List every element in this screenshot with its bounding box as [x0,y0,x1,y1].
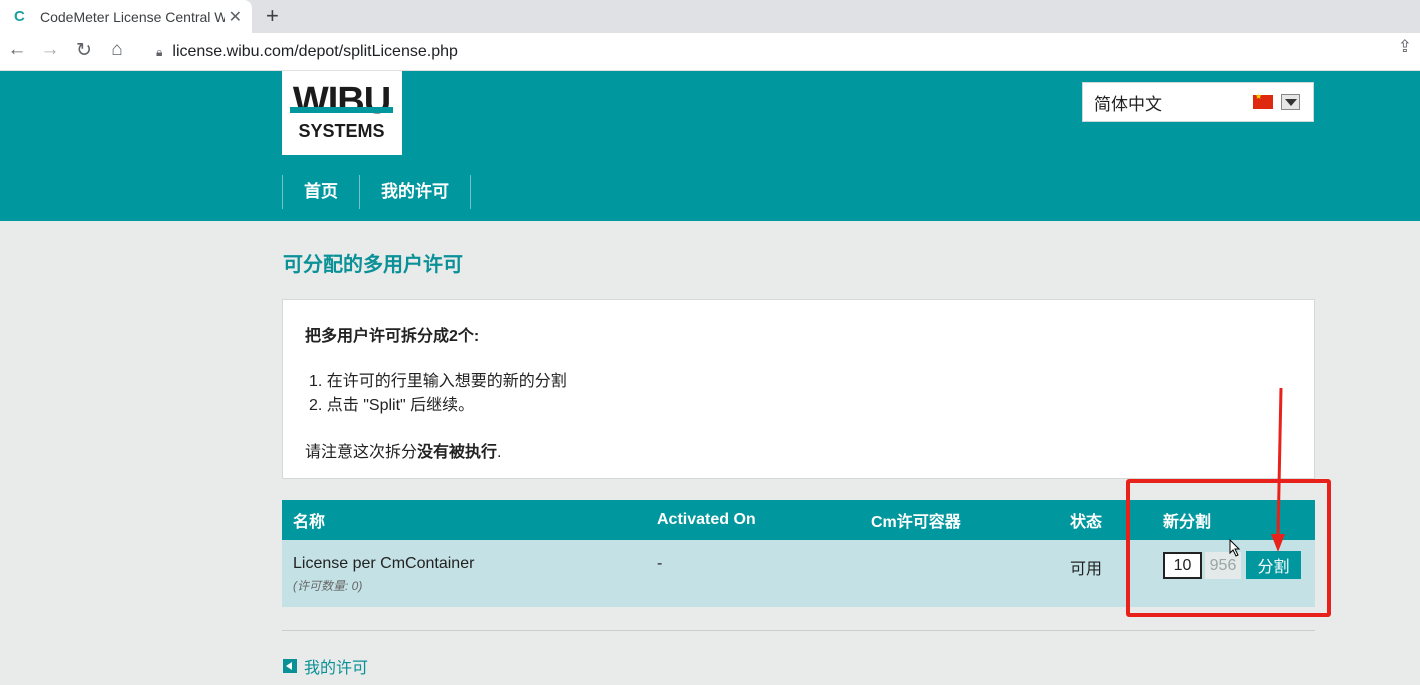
codemeter-favicon-icon: C [14,7,25,25]
browser-toolbar: ← → ↻ ⌂ 🔒︎ license.wibu.com/depot/splitL… [0,33,1420,71]
instructions-note: 请注意这次拆分没有被执行. [305,438,1314,462]
browser-tab[interactable]: C CodeMeter License Central We ✕ [0,0,252,33]
instructions-list: 1. 在许可的行里输入想要的新的分割 2. 点击 "Split" 后继续。 [309,370,1314,418]
new-tab-button[interactable]: + [266,3,279,29]
note-emphasis: 没有被执行 [417,444,498,461]
instructions-heading: 把多用户许可拆分成2个: [305,328,480,345]
instructions-box: 把多用户许可拆分成2个: 1. 在许可的行里输入想要的新的分割 2. 点击 "S… [282,299,1315,479]
nav-my-licenses[interactable]: 我的许可 [360,175,471,209]
home-icon[interactable]: ⌂ [105,39,129,61]
back-to-my-licenses-link[interactable]: 我的许可 [283,654,368,678]
back-link-label: 我的许可 [304,660,369,677]
address-bar[interactable]: 🔒︎ license.wibu.com/depot/splitLicense.p… [142,37,1412,67]
back-arrow-icon[interactable]: ← [5,39,29,61]
logo-stripe [290,107,393,113]
language-select[interactable]: 简体中文 [1082,82,1314,122]
license-name-cell: License per CmContainer (许可数量: 0) [282,540,646,607]
nav-home[interactable]: 首页 [283,175,360,209]
license-name: License per CmContainer [293,555,475,572]
forward-arrow-icon[interactable]: → [38,39,62,61]
browser-tabstrip: C CodeMeter License Central We ✕ + [0,0,1420,33]
logo-wordmark: WIBU [292,80,391,122]
back-arrow-icon [283,659,297,673]
tab-title: CodeMeter License Central We [40,8,225,25]
reload-icon[interactable]: ↻ [72,39,96,62]
divider [282,630,1315,631]
main-nav: 首页 我的许可 [282,175,471,209]
column-header-name: 名称 [293,514,326,531]
china-flag-icon [1253,92,1273,109]
logo-subtitle: SYSTEMS [298,121,385,141]
wibu-logo[interactable]: WIBU SYSTEMS [282,71,402,155]
note-end: . [497,444,502,461]
column-header-activated-on: Activated On [657,511,756,528]
site-header: WIBU SYSTEMS 简体中文 首页 我的许可 [0,71,1420,221]
note-text: 请注意这次拆分 [305,444,418,461]
close-icon[interactable]: ✕ [229,7,242,27]
page-title: 可分配的多用户许可 [283,254,463,276]
container-cell [860,540,1059,607]
activated-on-cell: - [657,555,663,572]
chevron-down-icon[interactable] [1281,94,1300,110]
instruction-step: 1. 在许可的行里输入想要的新的分割 [309,373,567,390]
lock-icon: 🔒︎ [156,44,163,59]
mouse-cursor-icon [1229,539,1241,557]
share-icon[interactable]: ⇪ [1398,37,1412,57]
url-text: license.wibu.com/depot/splitLicense.php [172,43,458,60]
language-label: 简体中文 [1094,94,1162,114]
column-header-container: Cm许可容器 [871,514,961,531]
license-quantity: (许可数量: 0) [293,579,363,593]
instruction-step: 2. 点击 "Split" 后继续。 [309,397,475,414]
